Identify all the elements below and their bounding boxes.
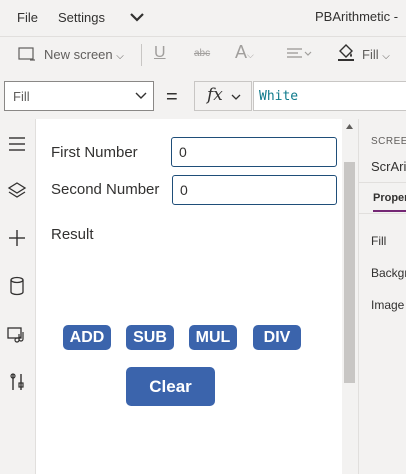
chevron-down-icon (231, 94, 241, 100)
chevron-down-icon: ⌵ (382, 51, 390, 62)
screen-name: ScrAri (371, 159, 406, 174)
align-icon[interactable] (286, 46, 312, 62)
property-background-image: Backgr (371, 266, 406, 280)
app-canvas (36, 119, 342, 474)
panel-divider (359, 182, 406, 183)
media-icon[interactable] (3, 320, 31, 348)
first-number-value: 0 (179, 144, 187, 160)
new-screen-button[interactable]: New screen ⌵ (44, 47, 124, 62)
file-menu[interactable]: File (17, 10, 38, 25)
property-fill: Fill (371, 234, 387, 248)
panel-section-label: SCREEN (371, 136, 406, 147)
second-number-input[interactable]: 0 (172, 175, 337, 205)
result-label: Result (51, 226, 94, 243)
settings-menu[interactable]: Settings (58, 10, 105, 25)
fill-bucket-icon[interactable] (336, 42, 356, 62)
active-tab-indicator (373, 210, 406, 212)
insert-plus-icon[interactable] (3, 224, 31, 252)
fx-button[interactable]: fx (194, 81, 252, 111)
mul-button[interactable]: MUL (189, 325, 237, 350)
formula-text: White (259, 89, 299, 104)
advanced-tools-icon[interactable] (3, 368, 31, 396)
fill-button[interactable]: Fill ⌵ (362, 47, 390, 62)
equals-sign: = (166, 86, 178, 108)
properties-panel: SCREEN ScrAri Proper Fill Backgr Image (358, 119, 406, 474)
scrollbar-thumb[interactable] (344, 162, 355, 383)
tab-properties[interactable]: Proper (373, 192, 406, 204)
underline-icon[interactable]: U (154, 44, 166, 62)
panel-divider (359, 213, 406, 214)
data-cylinder-icon[interactable] (3, 272, 31, 300)
sub-button[interactable]: SUB (126, 325, 174, 350)
chevron-down-icon: ⌵ (116, 51, 124, 62)
div-button[interactable]: DIV (253, 325, 301, 350)
second-number-label: Second Number (51, 181, 160, 198)
first-number-input[interactable]: 0 (171, 137, 337, 167)
clear-button[interactable]: Clear (126, 367, 215, 406)
formula-input[interactable]: White (253, 81, 406, 111)
hamburger-menu-icon[interactable] (3, 130, 31, 158)
second-number-value: 0 (180, 182, 188, 198)
font-color-icon[interactable]: A⌵ (235, 42, 254, 63)
new-screen-icon (18, 47, 35, 61)
first-number-label: First Number (51, 144, 138, 161)
function-icon: fx (207, 85, 223, 105)
scroll-up-icon[interactable] (345, 123, 354, 130)
chevron-down-icon[interactable] (128, 8, 146, 26)
strikethrough-icon[interactable]: abc (194, 48, 210, 59)
add-button[interactable]: ADD (63, 325, 111, 350)
property-dropdown[interactable]: Fill (4, 81, 154, 111)
toolbar-divider (141, 44, 142, 66)
chevron-down-icon (135, 92, 147, 99)
layers-icon[interactable] (3, 177, 31, 205)
app-title: PBArithmetic - (315, 9, 399, 24)
property-value: Fill (13, 89, 30, 104)
fill-label: Fill (362, 47, 379, 62)
new-screen-label: New screen (44, 47, 113, 62)
property-image: Image (371, 298, 405, 312)
